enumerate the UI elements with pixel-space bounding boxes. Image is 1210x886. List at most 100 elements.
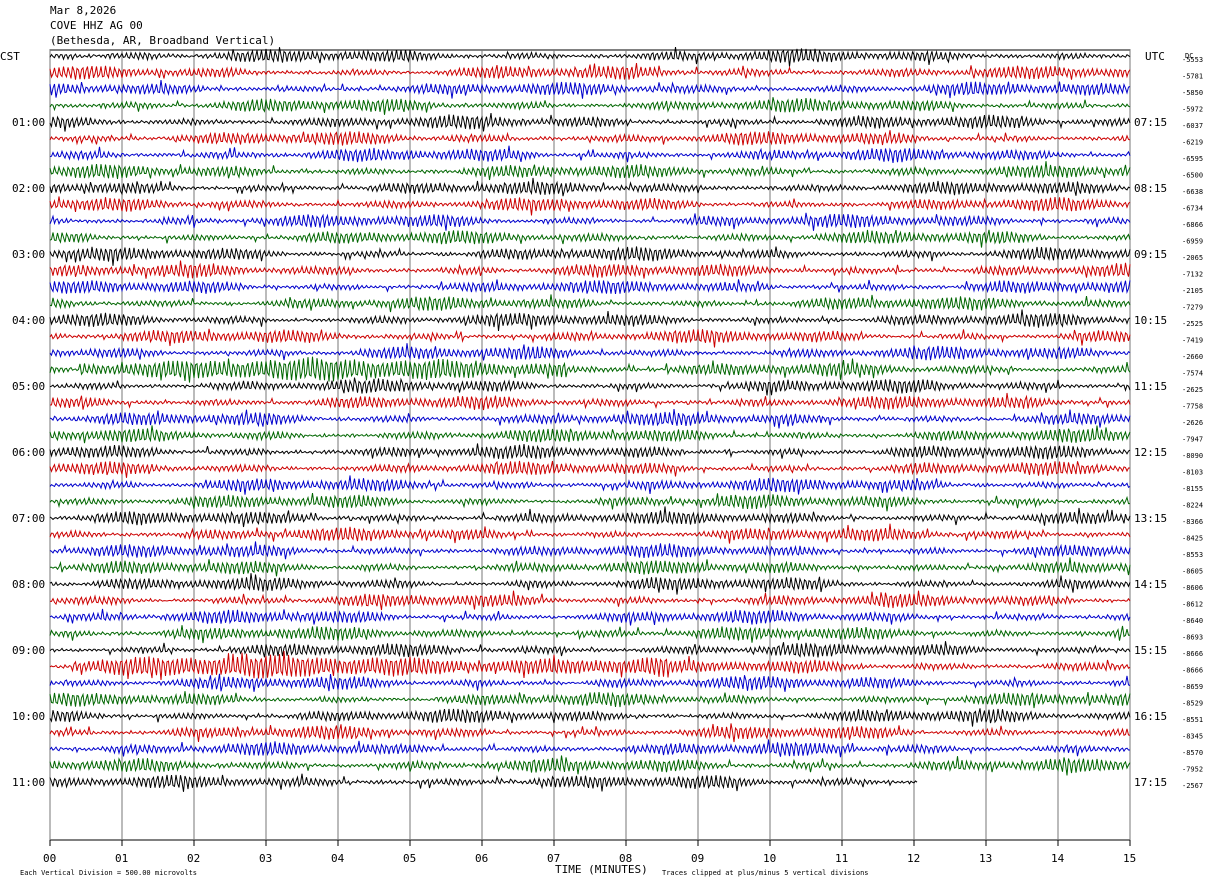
trace-line — [49, 739, 1130, 758]
x-tick-label-13: 13 — [979, 852, 992, 865]
trace-offset-label: -8666 — [1182, 667, 1203, 675]
trace-line — [49, 523, 1131, 544]
scale-note: Each Vertical Division = 500.00 microvol… — [20, 869, 197, 877]
trace-line — [49, 80, 1131, 99]
trace-line — [49, 723, 1131, 743]
trace-offset-label: -2525 — [1182, 320, 1203, 328]
trace-line — [49, 673, 1131, 692]
trace-line — [49, 773, 918, 792]
trace-line — [49, 196, 1131, 216]
x-tick-label-03: 03 — [259, 852, 272, 865]
trace-line — [49, 260, 1131, 279]
cst-hour-label: 01:00 — [12, 116, 45, 129]
cst-hour-labels: 01:00 02:00 03:00 04:00 05:00 06:00 07:00 08:00… — [12, 116, 45, 789]
cst-hour-label: 08:00 — [12, 578, 45, 591]
trace-line — [49, 279, 1131, 295]
cst-hour-label: 07:00 — [12, 512, 45, 525]
x-tick-label-05: 05 — [403, 852, 416, 865]
x-tick-label-10: 10 — [763, 852, 776, 865]
trace-line — [49, 377, 1131, 396]
x-tick-label-04: 04 — [331, 852, 345, 865]
trace-offset-label: -6734 — [1182, 205, 1203, 213]
x-tick-label-09: 09 — [691, 852, 704, 865]
trace-line — [49, 309, 1131, 331]
trace-line — [49, 343, 1131, 361]
trace-offset-label: -8666 — [1182, 650, 1203, 658]
utc-hour-label: 11:15 — [1134, 380, 1167, 393]
trace-offset-label: -8090 — [1182, 452, 1203, 460]
x-tick-label-14: 14 — [1051, 852, 1065, 865]
trace-offset-label: -5972 — [1182, 106, 1203, 114]
trace-offset-label: -7132 — [1182, 271, 1203, 279]
clip-note: Traces clipped at plus/minus 5 vertical … — [662, 869, 869, 877]
x-axis-title: TIME (MINUTES) — [555, 863, 648, 876]
x-tick-label-11: 11 — [835, 852, 848, 865]
trace-offset-label: -8224 — [1182, 502, 1203, 510]
utc-hour-label: 17:15 — [1134, 776, 1167, 789]
right-timezone-label: UTC — [1145, 50, 1165, 63]
cst-hour-label: 10:00 — [12, 710, 45, 723]
trace-offset-label: -6219 — [1182, 139, 1203, 147]
cst-hour-label: 05:00 — [12, 380, 45, 393]
utc-hour-labels: 07:15 08:15 09:15 10:15 11:15 12:15 13:15 14:15… — [1134, 116, 1167, 789]
cst-hour-label: 02:00 — [12, 182, 45, 195]
trace-line — [49, 493, 1130, 512]
trace-line — [49, 541, 1131, 560]
trace-line — [49, 573, 1131, 595]
trace-line — [49, 506, 1131, 528]
trace-line — [49, 294, 1131, 313]
trace-offset-label: -8659 — [1182, 683, 1203, 691]
trace-line — [49, 460, 1130, 478]
trace-offset-label: -6595 — [1182, 155, 1203, 163]
trace-offset-label: -8103 — [1182, 469, 1203, 477]
trace-offset-label: -8366 — [1182, 518, 1203, 526]
trace-offset-label: -8605 — [1182, 568, 1203, 576]
trace-offset-label: -8570 — [1182, 749, 1203, 757]
trace-offset-labels: DC-5553-5781-5850-5972-6037-6219-6595-65… — [1182, 52, 1203, 790]
trace-line — [49, 113, 1131, 132]
trace-offset-label: -6866 — [1182, 221, 1203, 229]
seismic-traces — [49, 47, 1131, 792]
trace-offset-label: -7952 — [1182, 766, 1203, 774]
trace-line — [49, 392, 1131, 411]
trace-line — [49, 708, 1131, 727]
x-tick-label-00: 00 — [43, 852, 56, 865]
trace-offset-label: -8551 — [1182, 716, 1203, 724]
trace-line — [49, 443, 1131, 460]
cst-hour-label: 04:00 — [12, 314, 45, 327]
trace-offset-label: -8553 — [1182, 551, 1203, 559]
trace-line — [49, 246, 1131, 266]
x-tick-label-12: 12 — [907, 852, 920, 865]
trace-line — [49, 145, 1131, 163]
x-tick-label-06: 06 — [475, 852, 488, 865]
trace-offset-label: -8612 — [1182, 601, 1203, 609]
trace-line — [49, 130, 1131, 146]
trace-offset-label: -8693 — [1182, 634, 1203, 642]
cst-hour-label: 11:00 — [12, 776, 45, 789]
trace-line — [49, 557, 1131, 577]
trace-offset-label: -7947 — [1182, 436, 1203, 444]
x-axis-ticks: 00 01 02 03 04 05 06 07 08 09 10 11 12 13 14 15 — [43, 840, 1136, 865]
trace-line — [49, 212, 1131, 231]
utc-hour-label: 16:15 — [1134, 710, 1167, 723]
x-tick-label-15: 15 — [1123, 852, 1136, 865]
trace-line — [49, 425, 1131, 444]
trace-line — [49, 755, 1131, 776]
trace-offset-label: -5781 — [1182, 73, 1203, 81]
trace-offset-label: -2105 — [1182, 287, 1203, 295]
utc-hour-label: 10:15 — [1134, 314, 1167, 327]
trace-offset-label: -6037 — [1182, 122, 1203, 130]
trace-line — [49, 177, 1131, 197]
trace-offset-label: -7574 — [1182, 370, 1203, 378]
trace-offset-label: -7279 — [1182, 304, 1203, 312]
trace-line — [49, 356, 1131, 383]
trace-offset-label: -8345 — [1182, 733, 1203, 741]
trace-line — [49, 691, 1131, 709]
utc-hour-label: 14:15 — [1134, 578, 1167, 591]
trace-line — [49, 590, 1131, 611]
trace-line — [49, 625, 1131, 644]
cst-hour-label: 03:00 — [12, 248, 45, 261]
trace-offset-label: -2567 — [1182, 782, 1203, 790]
trace-offset-label: -2660 — [1182, 353, 1203, 361]
trace-offset-label: -5850 — [1182, 89, 1203, 97]
